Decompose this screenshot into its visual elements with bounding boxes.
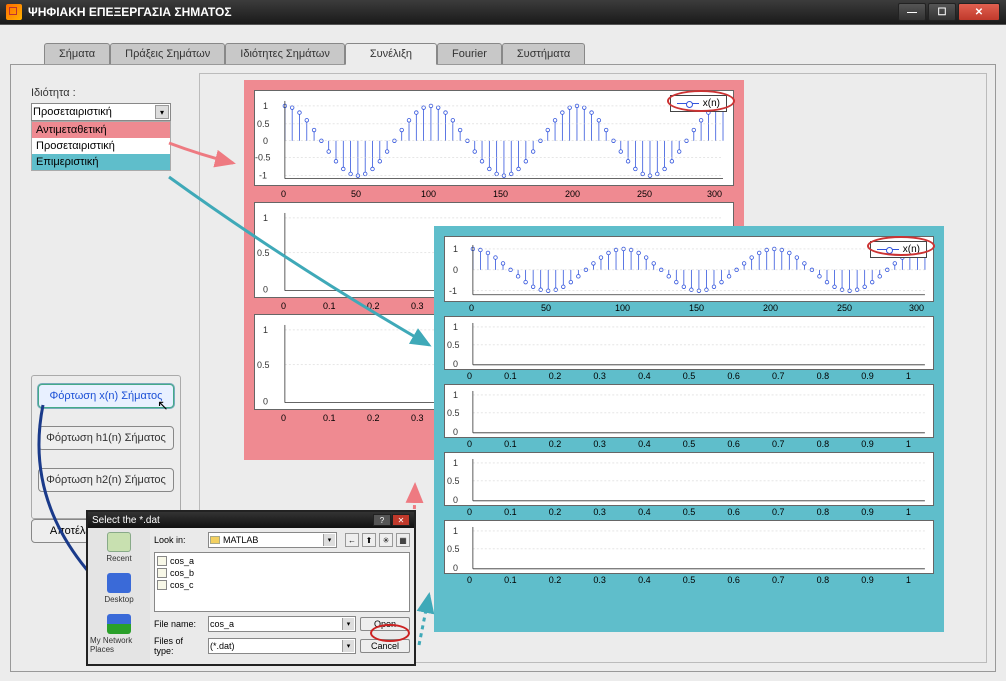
file-dialog-titlebar: Select the *.dat ? ✕ — [88, 512, 414, 528]
tab-convolution[interactable]: Συνέλιξη — [345, 43, 437, 65]
svg-text:0: 0 — [453, 359, 458, 369]
up-icon[interactable]: ⬆ — [362, 533, 376, 547]
svg-text:0.5: 0.5 — [447, 408, 459, 418]
svg-text:1: 1 — [453, 390, 458, 400]
maximize-button[interactable]: ☐ — [928, 3, 956, 21]
teal-plot-5: 10.50 00.10.20.30.40.50.60.70.80.91 — [444, 520, 934, 574]
file-icon — [157, 556, 167, 566]
svg-text:1: 1 — [453, 526, 458, 536]
lookin-label: Look in: — [154, 535, 204, 545]
file-open-dialog: Select the *.dat ? ✕ Recent Desktop My N… — [86, 510, 416, 666]
svg-text:1: 1 — [263, 325, 268, 335]
svg-text:1: 1 — [453, 458, 458, 468]
place-network[interactable]: My Network Places — [90, 614, 148, 654]
dropdown-icon: ▾ — [155, 105, 169, 119]
file-item[interactable]: cos_b — [157, 567, 407, 579]
file-dialog-help-button[interactable]: ? — [373, 514, 391, 526]
svg-text:-0.5: -0.5 — [255, 153, 270, 163]
filetype-label: Files of type: — [154, 636, 204, 656]
property-option-2[interactable]: Προσεταιριστική — [32, 138, 170, 154]
app-icon — [6, 4, 22, 20]
newfolder-icon[interactable]: ✳ — [379, 533, 393, 547]
file-item[interactable]: cos_c — [157, 579, 407, 591]
svg-text:0.5: 0.5 — [257, 248, 269, 258]
svg-text:1: 1 — [263, 213, 268, 223]
teal-plot-2: 10.50 00.10.20.30.40.50.60.70.80.91 — [444, 316, 934, 370]
svg-text:0.5: 0.5 — [447, 476, 459, 486]
svg-text:1: 1 — [453, 244, 458, 254]
file-dialog-toolbar: ← ⬆ ✳ ▦ — [345, 533, 410, 547]
svg-text:0: 0 — [453, 563, 458, 573]
minimize-button[interactable]: — — [898, 3, 926, 21]
tab-fourier[interactable]: Fourier — [437, 43, 502, 65]
place-desktop[interactable]: Desktop — [104, 573, 133, 604]
close-button[interactable]: ✕ — [958, 3, 1000, 21]
svg-text:0: 0 — [263, 285, 268, 295]
file-list[interactable]: cos_a cos_b cos_c — [154, 552, 410, 612]
property-options: Αντιμεταθετική Προσεταιριστική Επιμεριστ… — [31, 121, 171, 171]
property-select[interactable]: Προσεταιριστική ▾ — [31, 103, 171, 121]
window-title: ΨΗΦΙΑΚΗ ΕΠΕΞΕΡΓΑΣΙΑ ΣΗΜΑΤΟΣ — [28, 5, 898, 19]
folder-icon — [210, 536, 220, 544]
svg-text:0: 0 — [453, 495, 458, 505]
file-item[interactable]: cos_a — [157, 555, 407, 567]
pink-plot-1: 1 0.5 0 -0.5 -1 0 50 100 150 200 250 300… — [254, 90, 734, 186]
filename-input[interactable]: cos_a▾ — [208, 616, 356, 632]
svg-text:0: 0 — [263, 397, 268, 407]
file-dialog-close-button[interactable]: ✕ — [392, 514, 410, 526]
place-recent[interactable]: Recent — [106, 532, 131, 563]
load-h2-button[interactable]: Φόρτωση h2(n) Σήματος — [38, 468, 174, 492]
filetype-select[interactable]: (*.dat)▾ — [208, 638, 356, 654]
svg-text:1: 1 — [263, 101, 268, 111]
tab-systems[interactable]: Συστήματα — [502, 43, 585, 65]
svg-text:0.5: 0.5 — [447, 340, 459, 350]
back-icon[interactable]: ← — [345, 533, 359, 547]
property-option-3[interactable]: Επιμεριστική — [32, 154, 170, 170]
file-icon — [157, 580, 167, 590]
pink-legend-highlight — [667, 90, 735, 112]
filename-label: File name: — [154, 619, 204, 629]
window-titlebar: ΨΗΦΙΑΚΗ ΕΠΕΞΕΡΓΑΣΙΑ ΣΗΜΑΤΟΣ — ☐ ✕ — [0, 0, 1006, 24]
svg-text:1: 1 — [453, 322, 458, 332]
property-selected-value: Προσεταιριστική — [33, 106, 112, 118]
svg-text:0.5: 0.5 — [257, 360, 269, 370]
property-label: Ιδιότητα : — [31, 87, 171, 99]
svg-text:0: 0 — [453, 427, 458, 437]
cursor-icon: ↖ — [157, 397, 169, 414]
svg-text:0: 0 — [263, 136, 268, 146]
teal-chart-frame: 1 0 -1 0 50 100 150 200 250 300 x(n) — [434, 226, 944, 632]
open-button-highlight — [370, 624, 410, 642]
lookin-select[interactable]: MATLAB ▾ — [208, 532, 337, 548]
teal-legend-highlight — [867, 236, 935, 256]
svg-text:-1: -1 — [259, 171, 267, 181]
teal-plot-1: 1 0 -1 0 50 100 150 200 250 300 x(n) — [444, 236, 934, 302]
teal-plot-4: 10.50 00.10.20.30.40.50.60.70.80.91 — [444, 452, 934, 506]
svg-text:-1: -1 — [449, 286, 457, 296]
teal-plot-3: 10.50 00.10.20.30.40.50.60.70.80.91 — [444, 384, 934, 438]
file-dialog-title: Select the *.dat — [92, 515, 160, 526]
load-h1-button[interactable]: Φόρτωση h1(n) Σήματος — [38, 426, 174, 450]
property-option-1[interactable]: Αντιμεταθετική — [32, 122, 170, 138]
file-icon — [157, 568, 167, 578]
dropdown-icon: ▾ — [323, 534, 335, 546]
tab-signal-props[interactable]: Ιδιότητες Σημάτων — [225, 43, 345, 65]
tab-strip: Σήματα Πράξεις Σημάτων Ιδιότητες Σημάτων… — [44, 43, 1006, 65]
svg-text:0.5: 0.5 — [257, 119, 269, 129]
svg-text:0.5: 0.5 — [447, 544, 459, 554]
tab-signal-ops[interactable]: Πράξεις Σημάτων — [110, 43, 225, 65]
load-x-button[interactable]: Φόρτωση x(n) Σήματος — [38, 384, 174, 408]
property-sidebar: Ιδιότητα : Προσεταιριστική ▾ Αντιμεταθετ… — [31, 87, 171, 171]
views-icon[interactable]: ▦ — [396, 533, 410, 547]
file-dialog-places: Recent Desktop My Network Places — [88, 528, 150, 664]
tab-signals[interactable]: Σήματα — [44, 43, 110, 65]
svg-text:0: 0 — [453, 265, 458, 275]
